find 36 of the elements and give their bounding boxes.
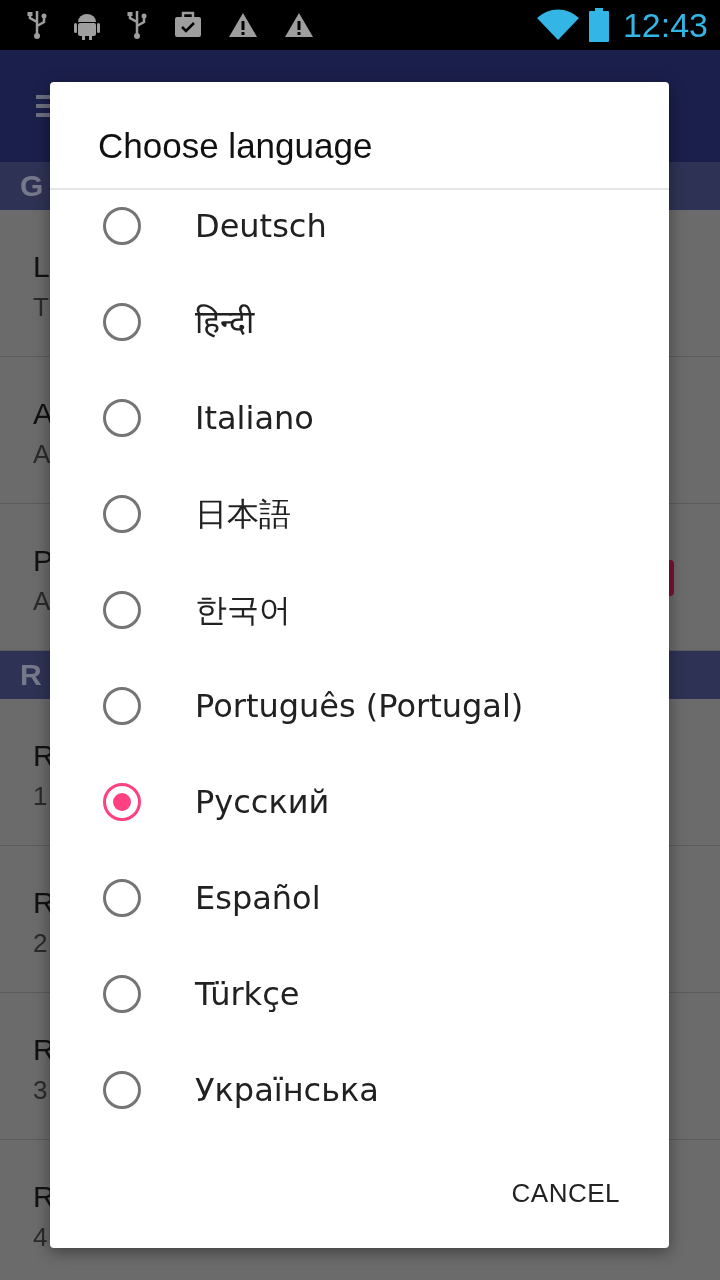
warning-icon	[284, 12, 314, 38]
language-option[interactable]: 한국어	[195, 590, 291, 630]
cancel-button[interactable]: CANCEL	[502, 1167, 629, 1219]
radio-button[interactable]	[103, 687, 141, 725]
language-option[interactable]: 日本語	[195, 494, 291, 534]
radio-button[interactable]	[103, 975, 141, 1013]
setting-summary: A	[33, 586, 51, 617]
radio-button[interactable]	[103, 303, 141, 341]
warning-icon	[228, 12, 258, 38]
usb-icon	[26, 10, 48, 40]
radio-button[interactable]	[103, 1071, 141, 1109]
radio-button[interactable]	[103, 783, 141, 821]
radio-button[interactable]	[103, 399, 141, 437]
radio-button[interactable]	[103, 591, 141, 629]
setting-summary: 2	[33, 928, 48, 959]
battery-icon	[588, 8, 609, 42]
language-option[interactable]: Türkçe	[195, 974, 300, 1014]
language-option[interactable]: Українська	[195, 1070, 379, 1110]
clock-time: 12:43	[622, 5, 708, 45]
setting-summary: T	[33, 292, 49, 323]
language-option[interactable]: Español	[195, 878, 321, 918]
radio-button[interactable]	[103, 879, 141, 917]
setting-title: L	[33, 250, 50, 284]
language-option[interactable]: Русский	[195, 782, 330, 822]
setting-summary: 1	[33, 781, 48, 812]
briefcase-check-icon	[174, 11, 202, 39]
setting-summary: A	[33, 439, 51, 470]
setting-summary: 3	[33, 1075, 48, 1106]
setting-summary: 4	[33, 1222, 48, 1253]
language-option[interactable]: हिन्दी	[195, 302, 254, 342]
usb-icon	[126, 10, 148, 40]
radio-button[interactable]	[103, 495, 141, 533]
language-option[interactable]: Italiano	[195, 398, 314, 438]
setting-title: P	[33, 544, 53, 578]
radio-button[interactable]	[103, 207, 141, 245]
wifi-icon	[536, 9, 579, 41]
